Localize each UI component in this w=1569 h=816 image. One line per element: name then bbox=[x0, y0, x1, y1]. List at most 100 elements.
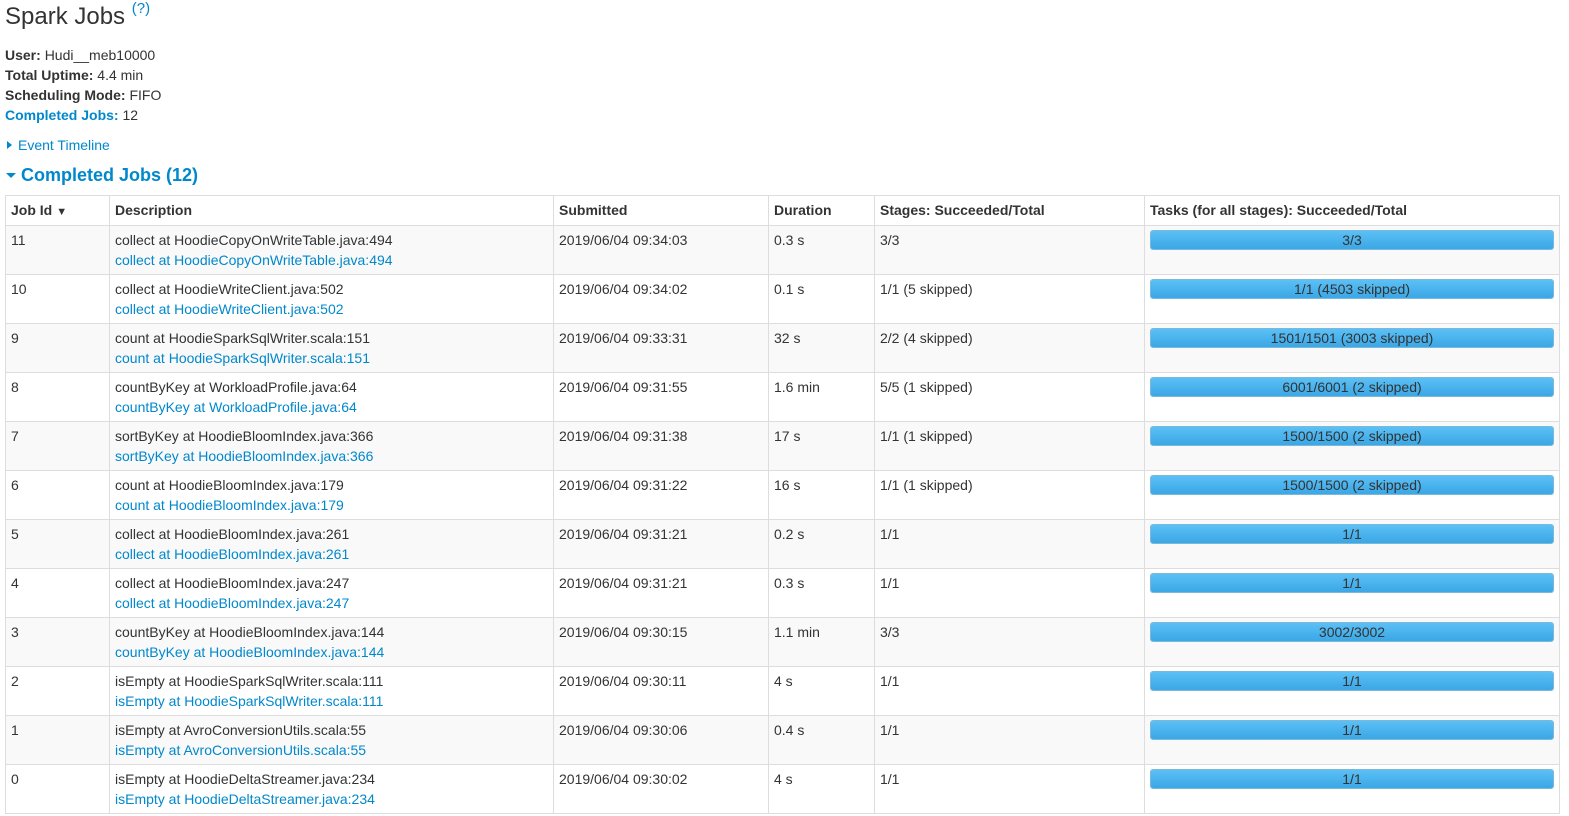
task-progress-text: 1/1 bbox=[1342, 526, 1362, 542]
table-row: 1 isEmpty at AvroConversionUtils.scala:55… bbox=[5, 715, 1560, 765]
task-progress-bar: 1501/1501 (3003 skipped) bbox=[1150, 328, 1554, 348]
completed-jobs-toggle[interactable]: Completed Jobs (12) bbox=[5, 163, 198, 187]
description-text: isEmpty at AvroConversionUtils.scala:55 bbox=[115, 722, 367, 738]
tasks-cell: 1/1 bbox=[1144, 666, 1560, 716]
task-progress-text: 3002/3002 bbox=[1318, 624, 1386, 640]
col-submitted[interactable]: Submitted bbox=[553, 195, 769, 226]
task-progress-bar: 6001/6001 (2 skipped) bbox=[1150, 377, 1554, 397]
task-progress-bar: 1/1 bbox=[1150, 720, 1554, 740]
task-progress-bar: 1/1 bbox=[1150, 573, 1554, 593]
col-job-id[interactable]: Job Id ▼ bbox=[5, 195, 110, 226]
summary-mode: Scheduling Mode: FIFO bbox=[5, 85, 161, 105]
tasks-cell: 6001/6001 (2 skipped) bbox=[1144, 372, 1560, 422]
submitted-cell: 2019/06/04 09:30:15 bbox=[553, 617, 769, 667]
task-progress-bar: 1/1 bbox=[1150, 769, 1554, 789]
job-description-link[interactable]: countByKey at WorkloadProfile.java:64 bbox=[115, 399, 357, 415]
job-id-cell: 4 bbox=[5, 568, 110, 618]
task-progress-bar: 1500/1500 (2 skipped) bbox=[1150, 475, 1554, 495]
task-progress-bar: 1/1 bbox=[1150, 524, 1554, 544]
summary-user: User: Hudi__meb10000 bbox=[5, 45, 161, 65]
description-cell: isEmpty at HoodieSparkSqlWriter.scala:11… bbox=[109, 666, 554, 716]
task-progress-bar: 3/3 bbox=[1150, 230, 1554, 250]
description-text: isEmpty at HoodieSparkSqlWriter.scala:11… bbox=[115, 673, 384, 689]
stages-cell: 2/2 (4 skipped) bbox=[874, 323, 1145, 373]
job-description-link[interactable]: collect at HoodieWriteClient.java:502 bbox=[115, 301, 344, 317]
job-description-link[interactable]: count at HoodieBloomIndex.java:179 bbox=[115, 497, 344, 513]
arrow-down-icon bbox=[6, 173, 16, 178]
description-text: isEmpty at HoodieDeltaStreamer.java:234 bbox=[115, 771, 375, 787]
table-header-row: Job Id ▼ Description Submitted Duration S… bbox=[5, 195, 1560, 226]
job-description-link[interactable]: collect at HoodieCopyOnWriteTable.java:4… bbox=[115, 252, 393, 268]
tasks-cell: 1/1 bbox=[1144, 715, 1560, 765]
duration-cell: 0.1 s bbox=[768, 274, 875, 324]
completed-jobs-table: Job Id ▼ Description Submitted Duration S… bbox=[5, 195, 1560, 814]
arrow-right-icon bbox=[7, 141, 12, 149]
table-row: 0 isEmpty at HoodieDeltaStreamer.java:234… bbox=[5, 764, 1560, 814]
summary-list: User: Hudi__meb10000 Total Uptime: 4.4 m… bbox=[5, 45, 161, 125]
task-progress-bar: 1/1 (4503 skipped) bbox=[1150, 279, 1554, 299]
description-text: collect at HoodieCopyOnWriteTable.java:4… bbox=[115, 232, 393, 248]
duration-cell: 17 s bbox=[768, 421, 875, 471]
page-title-text: Spark Jobs bbox=[5, 3, 126, 30]
tasks-cell: 1501/1501 (3003 skipped) bbox=[1144, 323, 1560, 373]
job-id-cell: 2 bbox=[5, 666, 110, 716]
description-text: sortByKey at HoodieBloomIndex.java:366 bbox=[115, 428, 374, 444]
duration-cell: 0.4 s bbox=[768, 715, 875, 765]
summary-uptime: Total Uptime: 4.4 min bbox=[5, 65, 161, 85]
stages-cell: 1/1 (1 skipped) bbox=[874, 470, 1145, 520]
completed-jobs-link[interactable]: Completed Jobs: bbox=[5, 107, 119, 123]
job-description-link[interactable]: isEmpty at HoodieSparkSqlWriter.scala:11… bbox=[115, 693, 383, 709]
task-progress-text: 1/1 bbox=[1342, 673, 1362, 689]
task-progress-bar: 1/1 bbox=[1150, 671, 1554, 691]
table-row: 6 count at HoodieBloomIndex.java:179 count… bbox=[5, 470, 1560, 520]
job-description-link[interactable]: isEmpty at HoodieDeltaStreamer.java:234 bbox=[115, 791, 375, 807]
completed-jobs-heading: Completed Jobs (12) bbox=[21, 165, 199, 185]
table-row: 8 countByKey at WorkloadProfile.java:64 co… bbox=[5, 372, 1560, 422]
uptime-label: Total Uptime: bbox=[5, 67, 94, 83]
summary-completed: Completed Jobs: 12 bbox=[5, 105, 161, 125]
table-row: 5 collect at HoodieBloomIndex.java:261 col… bbox=[5, 519, 1560, 569]
submitted-cell: 2019/06/04 09:31:21 bbox=[553, 519, 769, 569]
help-link[interactable]: (?) bbox=[132, 0, 150, 17]
stages-cell: 3/3 bbox=[874, 225, 1145, 275]
job-description-link[interactable]: collect at HoodieBloomIndex.java:247 bbox=[115, 595, 349, 611]
job-description-link[interactable]: countByKey at HoodieBloomIndex.java:144 bbox=[115, 644, 384, 660]
job-description-link[interactable]: isEmpty at AvroConversionUtils.scala:55 bbox=[115, 742, 366, 758]
tasks-cell: 1500/1500 (2 skipped) bbox=[1144, 470, 1560, 520]
job-description-link[interactable]: count at HoodieSparkSqlWriter.scala:151 bbox=[115, 350, 370, 366]
tasks-cell: 1/1 bbox=[1144, 764, 1560, 814]
col-tasks[interactable]: Tasks (for all stages): Succeeded/Total bbox=[1144, 195, 1560, 226]
task-progress-text: 1/1 bbox=[1342, 771, 1362, 787]
col-description[interactable]: Description bbox=[109, 195, 554, 226]
job-id-cell: 6 bbox=[5, 470, 110, 520]
event-timeline-toggle[interactable]: Event Timeline bbox=[5, 135, 110, 155]
submitted-cell: 2019/06/04 09:31:38 bbox=[553, 421, 769, 471]
submitted-cell: 2019/06/04 09:30:02 bbox=[553, 764, 769, 814]
col-duration[interactable]: Duration bbox=[768, 195, 875, 226]
description-cell: collect at HoodieBloomIndex.java:247 coll… bbox=[109, 568, 554, 618]
description-cell: sortByKey at HoodieBloomIndex.java:366 so… bbox=[109, 421, 554, 471]
job-description-link[interactable]: collect at HoodieBloomIndex.java:261 bbox=[115, 546, 349, 562]
job-description-link[interactable]: sortByKey at HoodieBloomIndex.java:366 bbox=[115, 448, 373, 464]
sort-desc-icon: ▼ bbox=[56, 206, 68, 218]
table-row: 2 isEmpty at HoodieSparkSqlWriter.scala:1… bbox=[5, 666, 1560, 716]
table-body: 11 collect at HoodieCopyOnWriteTable.java… bbox=[5, 225, 1560, 814]
duration-cell: 32 s bbox=[768, 323, 875, 373]
task-progress-text: 1/1 (4503 skipped) bbox=[1294, 281, 1410, 297]
task-progress-bar: 3002/3002 bbox=[1150, 622, 1554, 642]
task-progress-text: 3/3 bbox=[1342, 232, 1362, 248]
description-text: count at HoodieBloomIndex.java:179 bbox=[115, 477, 344, 493]
uptime-value: 4.4 min bbox=[97, 67, 144, 83]
table-row: 7 sortByKey at HoodieBloomIndex.java:366 s… bbox=[5, 421, 1560, 471]
col-stages[interactable]: Stages: Succeeded/Total bbox=[874, 195, 1145, 226]
description-text: collect at HoodieWriteClient.java:502 bbox=[115, 281, 344, 297]
submitted-cell: 2019/06/04 09:31:22 bbox=[553, 470, 769, 520]
tasks-cell: 1/1 bbox=[1144, 519, 1560, 569]
submitted-cell: 2019/06/04 09:31:21 bbox=[553, 568, 769, 618]
description-cell: isEmpty at AvroConversionUtils.scala:55 i… bbox=[109, 715, 554, 765]
stages-cell: 1/1 bbox=[874, 715, 1145, 765]
table-row: 3 countByKey at HoodieBloomIndex.java:144… bbox=[5, 617, 1560, 667]
tasks-cell: 1/1 bbox=[1144, 568, 1560, 618]
description-cell: collect at HoodieCopyOnWriteTable.java:4… bbox=[109, 225, 554, 275]
event-timeline-label: Event Timeline bbox=[18, 137, 110, 153]
